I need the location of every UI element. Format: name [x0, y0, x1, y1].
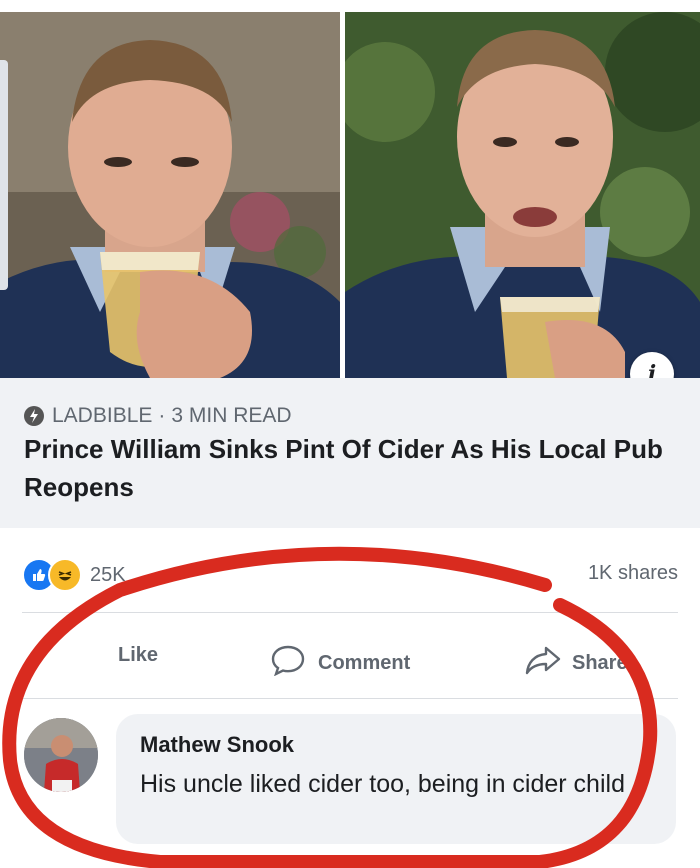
lightning-icon	[24, 406, 44, 426]
article-source: LADBIBLE · 3 MIN READ	[24, 404, 292, 428]
like-label: Like	[118, 644, 159, 666]
comment-icon	[270, 644, 306, 682]
share-label: Share	[572, 651, 628, 674]
reaction-summary[interactable]: 25K	[22, 558, 126, 592]
article-headline[interactable]: Prince William Sinks Pint Of Cider As Hi…	[24, 430, 674, 506]
shares-count[interactable]: 1K shares	[588, 562, 678, 585]
comment-button[interactable]: Comment	[270, 644, 410, 682]
share-icon	[524, 644, 562, 682]
post-image-row[interactable]: i	[0, 0, 700, 396]
comment-item: Mathew Snook His uncle liked cider too, …	[22, 714, 678, 854]
scroll-handle	[0, 60, 8, 290]
post-feedback: 25K 1K shares Like Comment Share Mathew …	[0, 528, 700, 868]
share-button[interactable]: Share	[524, 644, 628, 682]
article-link-preview[interactable]: LADBIBLE · 3 MIN READ Prince William Sin…	[0, 378, 700, 528]
meta-separator: ·	[158, 404, 166, 427]
read-time: 3 MIN READ	[171, 404, 292, 427]
comment-label: Comment	[318, 651, 411, 674]
post-image-left[interactable]	[0, 12, 340, 378]
avatar[interactable]	[24, 718, 98, 792]
divider-bottom	[22, 698, 678, 699]
like-button[interactable]: Like	[118, 644, 158, 667]
divider-top	[22, 612, 678, 613]
post-image-right[interactable]	[345, 12, 700, 378]
source-name: LADBIBLE	[52, 404, 153, 427]
comment-bubble[interactable]: Mathew Snook His uncle liked cider too, …	[116, 714, 676, 844]
comment-text: His uncle liked cider too, being in cide…	[140, 770, 625, 798]
comment-author[interactable]: Mathew Snook	[140, 732, 294, 758]
haha-icon	[48, 558, 82, 592]
reaction-count: 25K	[90, 563, 126, 586]
